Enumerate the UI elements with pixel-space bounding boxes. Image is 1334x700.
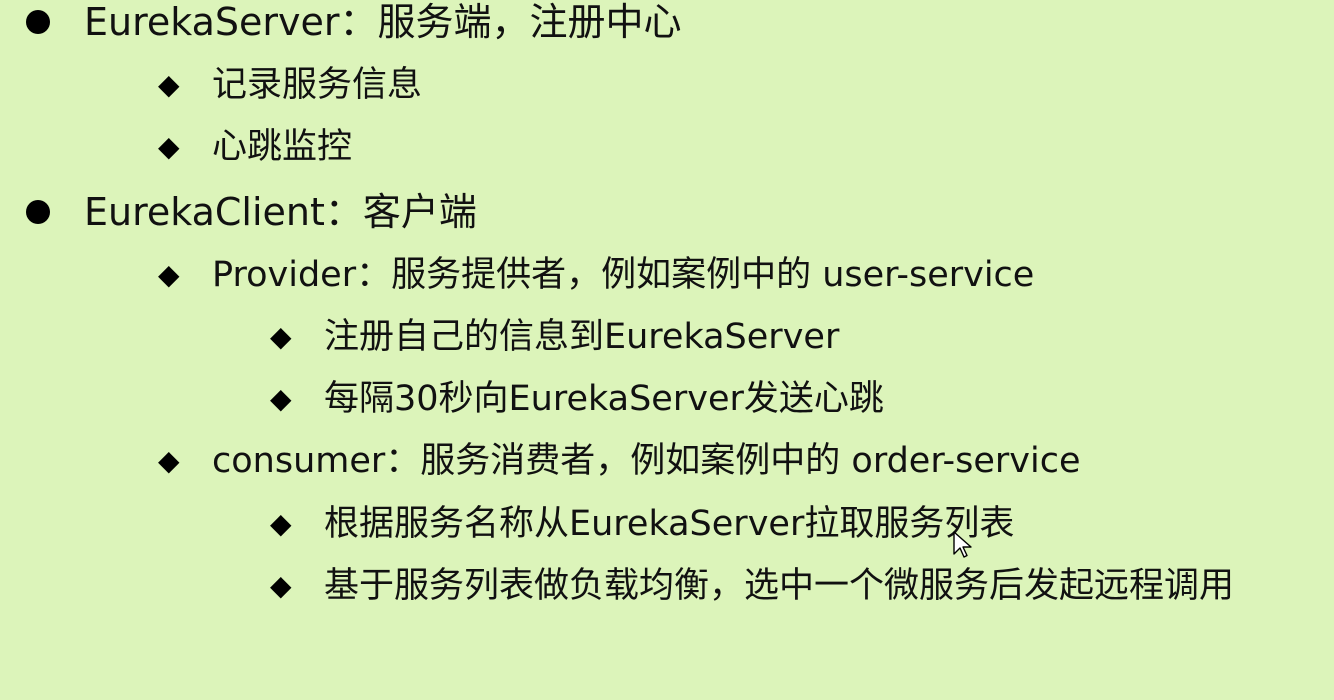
bullet-dot-icon [26,10,50,34]
bullet-item-eurekaserver: EurekaServer：服务端，注册中心 [26,0,682,44]
diamond-bullet-icon: ◆ [270,320,292,353]
bullet-item-eurekaclient: EurekaClient：客户端 [26,190,477,234]
diamond-bullet-icon: ◆ [158,68,180,101]
diamond-bullet-icon: ◆ [270,507,292,540]
diamond-bullet-icon: ◆ [158,130,180,163]
bullet-text: EurekaServer：服务端，注册中心 [84,0,682,44]
bullet-item-provider: ◆ Provider：服务提供者，例如案例中的 user-service [158,254,1034,296]
diamond-bullet-icon: ◆ [270,382,292,415]
bullet-text: consumer：服务消费者，例如案例中的 order-service [212,441,1081,481]
bullet-item-heartbeat-every-30s: ◆ 每隔30秒向EurekaServer发送心跳 [270,378,884,420]
bullet-item-pull-service-list: ◆ 根据服务名称从EurekaServer拉取服务列表 [270,503,1014,545]
bullet-text: 心跳监控 [212,127,353,167]
bullet-item-consumer: ◆ consumer：服务消费者，例如案例中的 order-service [158,440,1081,482]
bullet-dot-icon [26,200,50,224]
bullet-text: 记录服务信息 [212,65,423,105]
bullet-item-register-self: ◆ 注册自己的信息到EurekaServer [270,316,839,358]
bullet-text: Provider：服务提供者，例如案例中的 user-service [212,255,1035,295]
bullet-item-load-balance: ◆ 基于服务列表做负载均衡，选中一个微服务后发起远程调用 [270,565,1299,607]
diamond-bullet-icon: ◆ [270,569,292,602]
bullet-text: 注册自己的信息到EurekaServer [324,317,840,357]
diamond-bullet-icon: ◆ [158,258,180,291]
mouse-cursor-icon [953,531,972,558]
bullet-text: 根据服务名称从EurekaServer拉取服务列表 [324,504,1015,544]
slide-content: EurekaServer：服务端，注册中心 ◆ 记录服务信息 ◆ 心跳监控 Eu… [0,0,1334,700]
bullet-text: 每隔30秒向EurekaServer发送心跳 [324,379,884,419]
bullet-item-record-service-info: ◆ 记录服务信息 [158,64,422,106]
bullet-text: EurekaClient：客户端 [84,190,477,234]
bullet-text: 基于服务列表做负载均衡，选中一个微服务后发起远程调用 [324,566,1235,606]
bullet-item-heartbeat-monitor: ◆ 心跳监控 [158,126,352,168]
diamond-bullet-icon: ◆ [158,444,180,477]
